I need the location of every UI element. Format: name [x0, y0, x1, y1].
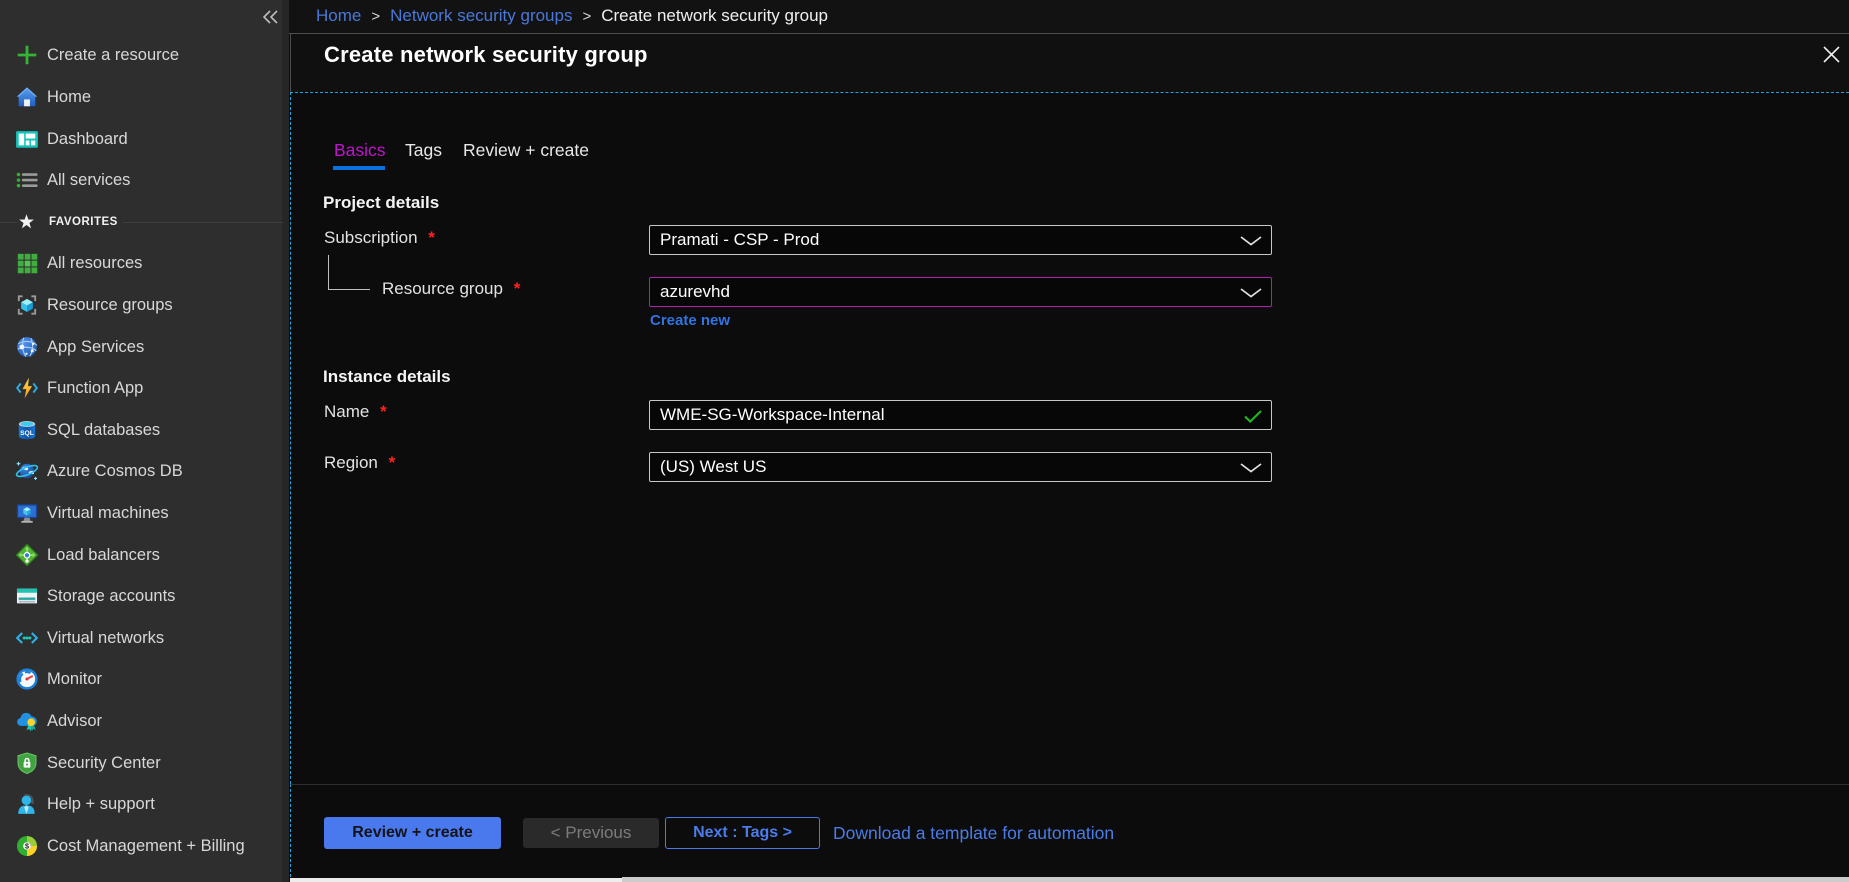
svg-text:SQL: SQL — [20, 430, 33, 437]
svg-text:$: $ — [25, 841, 29, 850]
